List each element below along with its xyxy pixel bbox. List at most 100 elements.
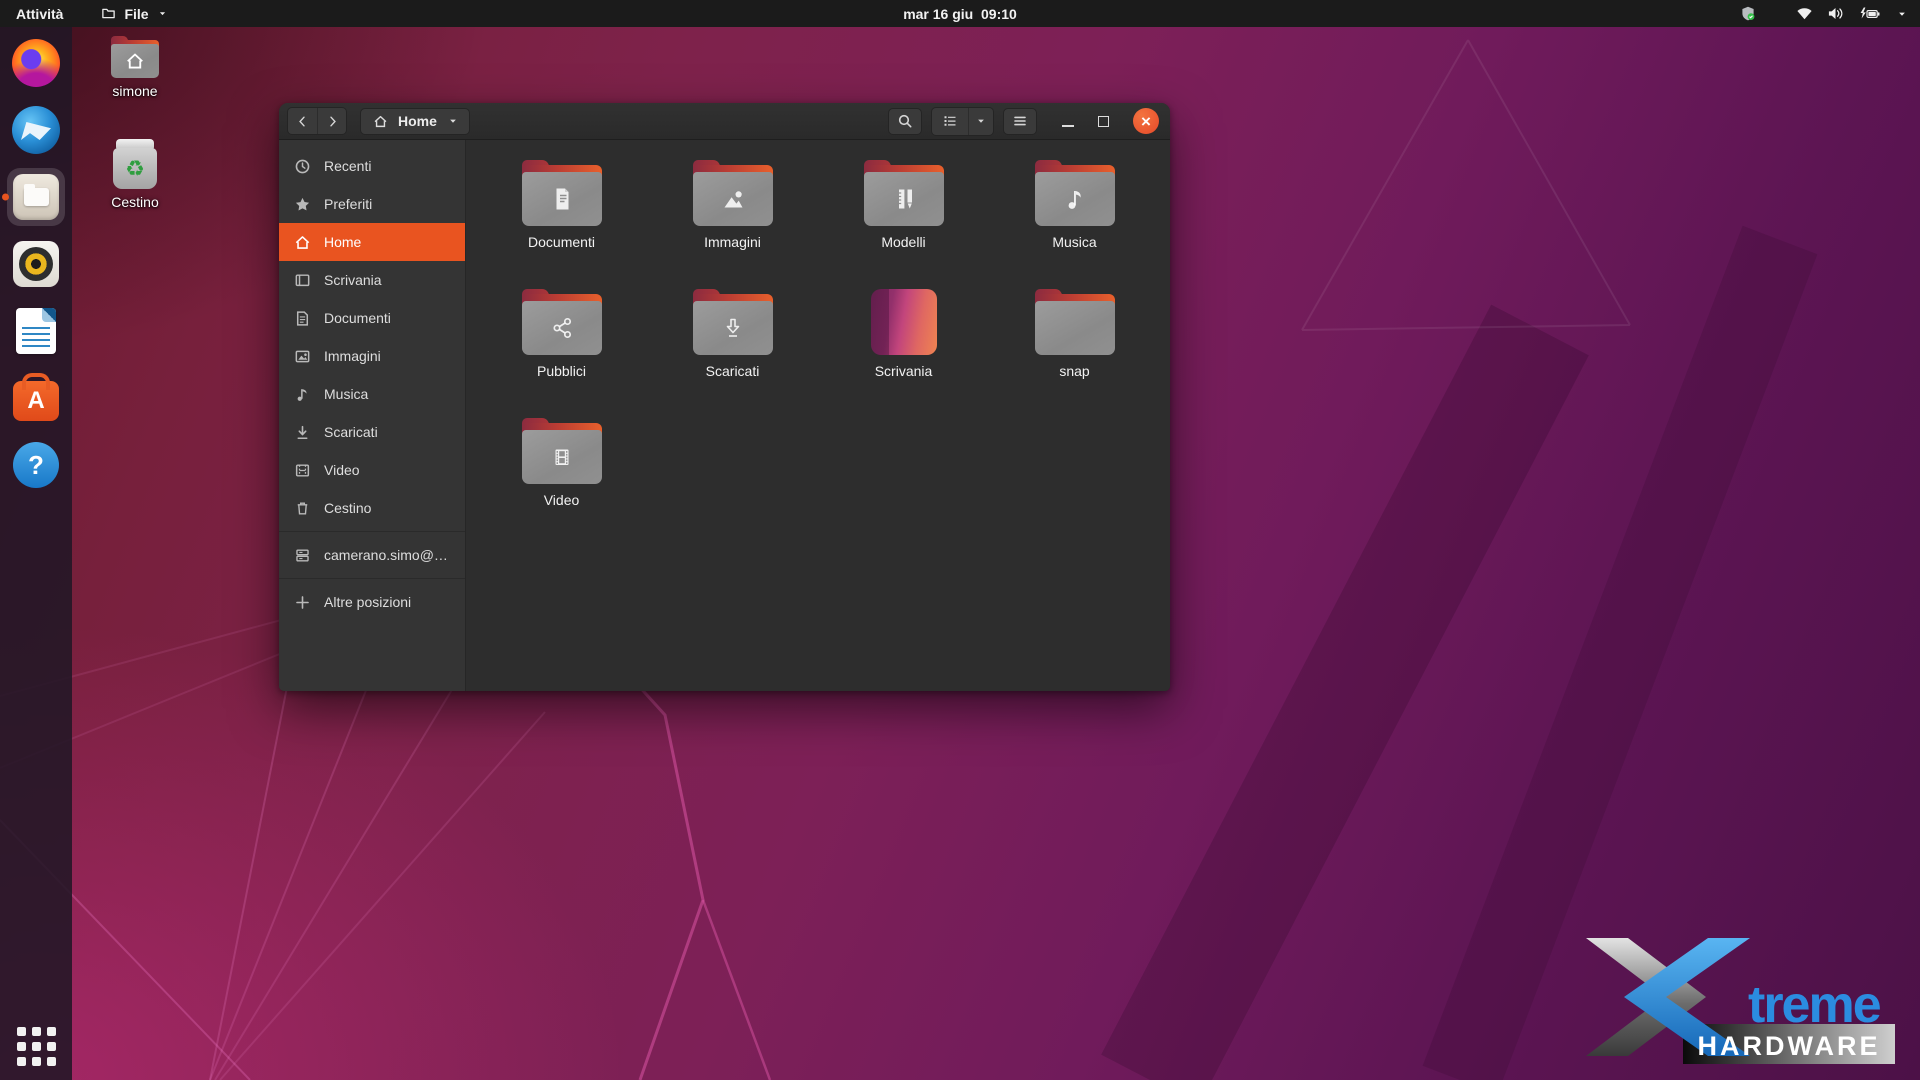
folder-item[interactable]: Modelli	[818, 160, 989, 289]
view-options-button[interactable]	[968, 108, 993, 135]
sidebar-item-label: Recenti	[324, 158, 371, 174]
activities-button[interactable]: Attività	[0, 0, 79, 27]
folder-label: Scaricati	[706, 363, 760, 379]
sidebar-item-icon	[294, 424, 311, 441]
folder-item[interactable]: Musica	[989, 160, 1160, 289]
dock-item-help[interactable]: ?	[7, 436, 65, 494]
maximize-button[interactable]	[1098, 116, 1109, 127]
path-bar-button[interactable]: Home	[360, 108, 470, 135]
dock-item-thunderbird[interactable]	[7, 101, 65, 159]
search-icon	[897, 113, 913, 129]
folder-label: Immagini	[704, 234, 761, 250]
show-applications-button[interactable]	[17, 1027, 56, 1066]
folder-glyph-icon	[546, 183, 578, 215]
files-icon	[13, 174, 59, 220]
app-menu-button[interactable]: File	[101, 0, 167, 27]
folder-icon	[693, 160, 773, 226]
folder-item[interactable]: Scaricati	[647, 289, 818, 418]
chevron-right-icon	[325, 114, 340, 129]
sidebar-separator	[279, 578, 465, 579]
back-button[interactable]	[288, 108, 317, 134]
folder-icon	[1035, 160, 1115, 226]
sidebar-item-icon	[294, 158, 311, 175]
folder-icon	[522, 160, 602, 226]
dock-item-files[interactable]	[7, 168, 65, 226]
chevron-down-icon	[447, 115, 459, 127]
folder-label: Pubblici	[537, 363, 586, 379]
folder-item[interactable]: Immagini	[647, 160, 818, 289]
folder-label: Musica	[1052, 234, 1096, 250]
sidebar-item-label: Musica	[324, 386, 368, 402]
sidebar-item[interactable]: Documenti	[279, 299, 465, 337]
folder-glyph-icon	[546, 441, 578, 473]
sidebar-item-label: Immagini	[324, 348, 381, 364]
sidebar-item-label: Preferiti	[324, 196, 372, 212]
chevron-left-icon	[295, 114, 310, 129]
shield-check-icon	[1740, 6, 1756, 22]
close-button[interactable]: ×	[1133, 108, 1159, 134]
sidebar-item-icon	[294, 310, 311, 327]
folder-glyph-icon	[888, 183, 920, 215]
path-label: Home	[398, 113, 437, 129]
folder-label: snap	[1059, 363, 1089, 379]
folder-icon	[101, 6, 116, 21]
home-icon	[373, 114, 388, 129]
folder-item[interactable]: Scrivania	[818, 289, 989, 418]
sidebar-item[interactable]: camerano.simo@…	[279, 536, 465, 574]
running-indicator-dot	[2, 194, 9, 201]
folder-label: Documenti	[528, 234, 595, 250]
folder-item[interactable]: snap	[989, 289, 1160, 418]
menu-button[interactable]	[1003, 108, 1037, 135]
sidebar-item-label: Altre posizioni	[324, 594, 411, 610]
sidebar-item-label: Home	[324, 234, 361, 250]
sidebar-item[interactable]: Scaricati	[279, 413, 465, 451]
sidebar-item[interactable]: Home	[279, 223, 465, 261]
firefox-icon	[12, 39, 60, 87]
sidebar-item[interactable]: Altre posizioni	[279, 583, 465, 621]
desktop-icon-trash[interactable]: ♻ Cestino	[95, 139, 175, 210]
folder-label: Scrivania	[875, 363, 933, 379]
sidebar-item-icon	[294, 386, 311, 403]
battery-charging-icon	[1858, 6, 1882, 22]
trash-icon: ♻	[113, 139, 157, 189]
folder-glyph-icon	[546, 312, 578, 344]
sidebar-item[interactable]: Cestino	[279, 489, 465, 527]
wifi-icon	[1796, 5, 1813, 22]
sidebar-item[interactable]: Musica	[279, 375, 465, 413]
clock[interactable]: mar 16 giu 09:10	[0, 6, 1920, 22]
desktop-icon-label: simone	[112, 83, 157, 99]
dock-item-ubuntu-software[interactable]: A	[7, 369, 65, 427]
thunderbird-icon	[12, 106, 60, 154]
sidebar-item[interactable]: Video	[279, 451, 465, 489]
dock-item-firefox[interactable]	[7, 34, 65, 92]
view-toggle	[931, 107, 994, 136]
sidebar-item-icon	[294, 594, 311, 611]
sidebar-item[interactable]: Immagini	[279, 337, 465, 375]
sidebar-item-icon	[294, 500, 311, 517]
folder-item[interactable]: Video	[476, 418, 647, 547]
list-view-icon	[942, 113, 958, 129]
folder-icon	[864, 289, 944, 355]
minimize-button[interactable]	[1062, 125, 1074, 127]
sidebar: Recenti Preferiti Home Scrivania Documen…	[279, 140, 466, 691]
search-button[interactable]	[888, 108, 922, 135]
forward-button[interactable]	[317, 108, 346, 134]
system-tray[interactable]	[1740, 5, 1920, 22]
folder-item[interactable]: Pubblici	[476, 289, 647, 418]
sidebar-item-icon	[294, 272, 311, 289]
folder-item[interactable]: Documenti	[476, 160, 647, 289]
sidebar-item[interactable]: Preferiti	[279, 185, 465, 223]
ubuntu-software-icon: A	[13, 381, 59, 421]
dock-item-rhythmbox[interactable]	[7, 235, 65, 293]
list-view-button[interactable]	[932, 108, 968, 135]
sidebar-item-label: Scaricati	[324, 424, 378, 440]
sidebar-item-icon	[294, 462, 311, 479]
sidebar-item[interactable]: Scrivania	[279, 261, 465, 299]
libreoffice-writer-icon	[16, 308, 56, 354]
dock-item-libreoffice-writer[interactable]	[7, 302, 65, 360]
sidebar-item[interactable]: Recenti	[279, 147, 465, 185]
sidebar-item-label: Video	[324, 462, 360, 478]
desktop-icon-home-folder[interactable]: simone	[95, 36, 175, 99]
sidebar-item-label: Scrivania	[324, 272, 382, 288]
folder-icon	[693, 289, 773, 355]
